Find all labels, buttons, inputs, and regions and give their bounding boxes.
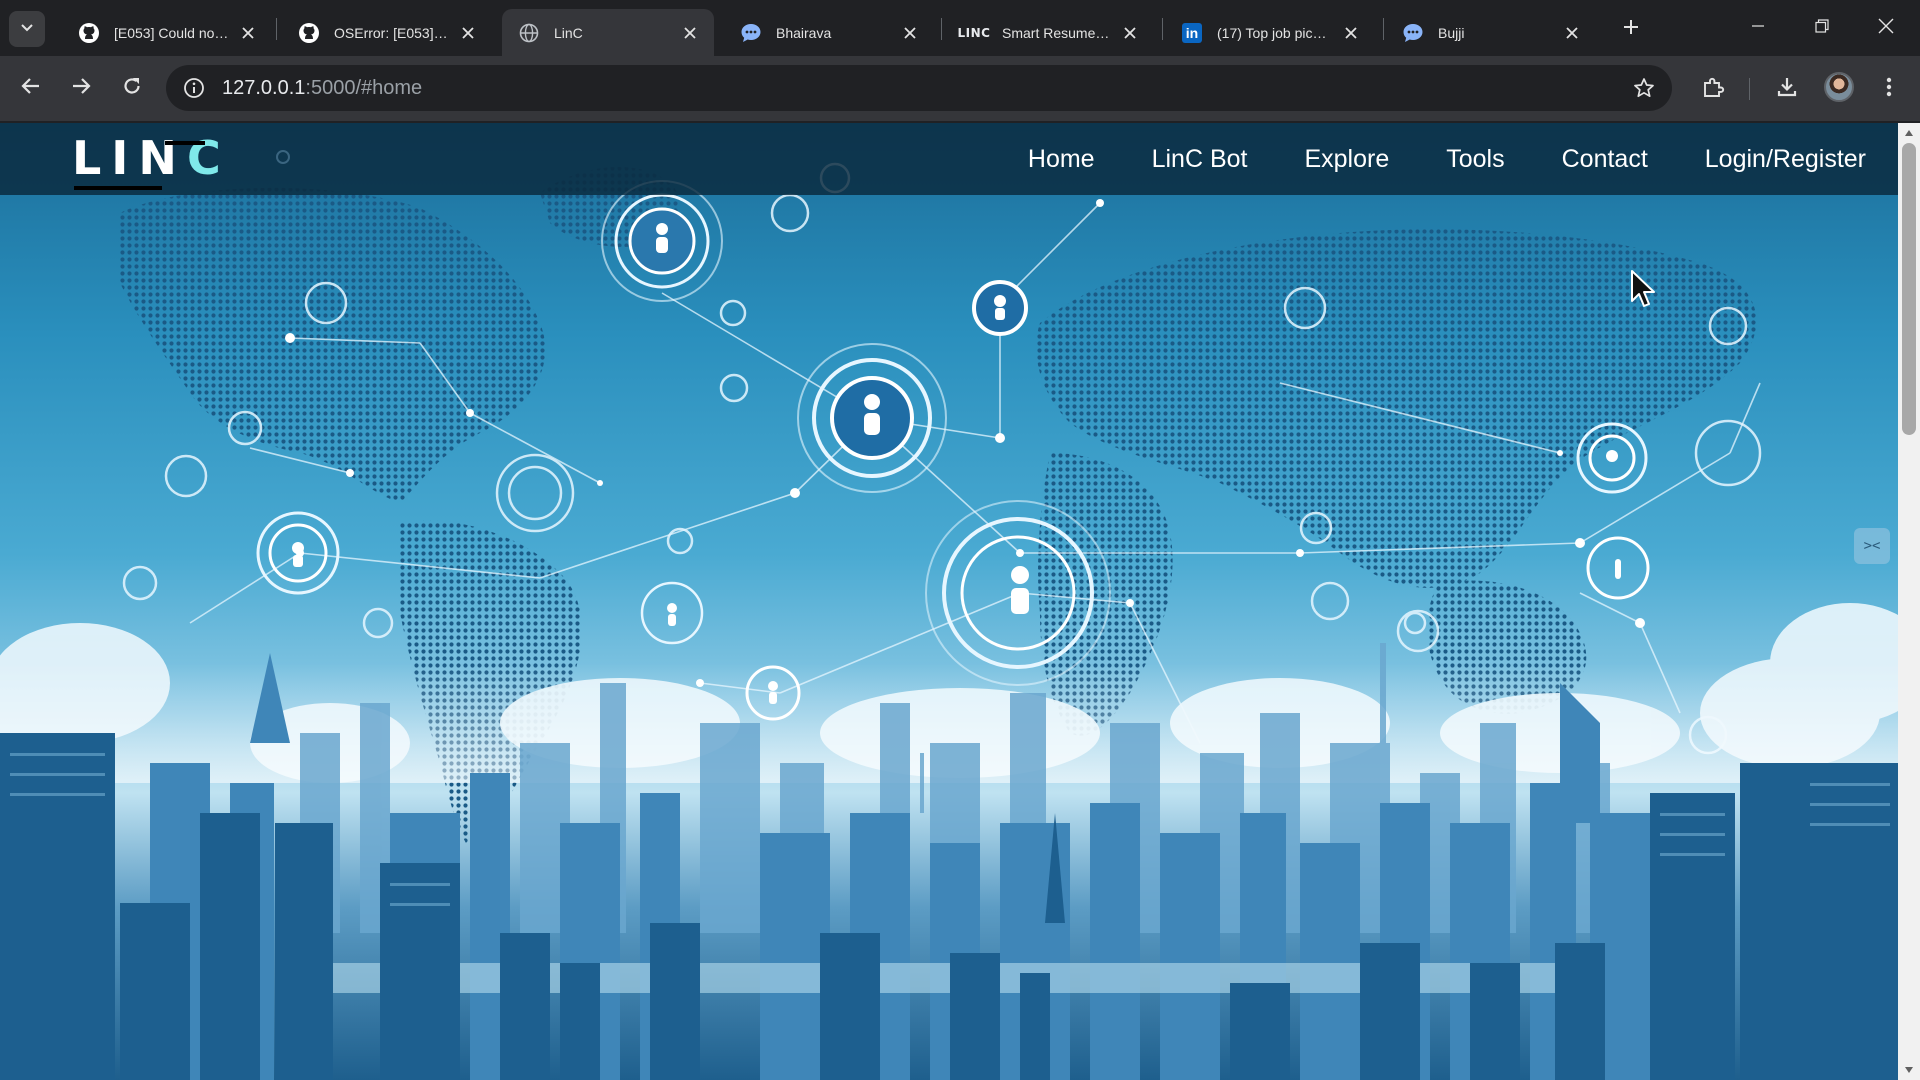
close-icon[interactable] <box>1341 23 1361 43</box>
close-icon[interactable] <box>238 23 258 43</box>
tab-strip: [E053] Could not read OSError: [E053] Co… <box>0 0 1920 56</box>
close-icon[interactable] <box>458 23 478 43</box>
tab-bhairava[interactable]: Bhairava <box>724 9 934 56</box>
restore-button[interactable] <box>1798 8 1846 48</box>
person-node-icon <box>797 343 947 493</box>
close-icon <box>1878 18 1894 39</box>
linc-logo-icon: LINC <box>957 25 991 40</box>
github-icon <box>78 22 100 44</box>
tab-linkedin[interactable]: in (17) Top job picks for <box>1165 9 1375 56</box>
tab-separator <box>941 18 942 40</box>
tab-title: Bhairava <box>776 24 832 41</box>
tab-smart-resume[interactable]: LINC Smart Resume Analyz <box>944 9 1154 56</box>
tab-separator <box>1162 18 1163 40</box>
puzzle-icon <box>1701 75 1725 104</box>
extensions-button[interactable] <box>1696 72 1730 106</box>
info-icon[interactable] <box>182 76 206 100</box>
close-icon[interactable] <box>900 23 920 43</box>
logo-bar-bottom <box>74 186 162 190</box>
tab-separator <box>1383 18 1384 40</box>
tab-linc-active[interactable]: LinC <box>502 9 714 56</box>
world-network-skyline-illustration <box>0 162 1898 1080</box>
toolbar-divider <box>1749 78 1750 100</box>
scrollbar-thumb[interactable] <box>1902 143 1916 435</box>
tab-separator <box>276 18 277 40</box>
tab-title: [E053] Could not read <box>114 24 230 41</box>
main-nav: Home LinC Bot Explore Tools Contact Logi… <box>971 123 1866 195</box>
more-vertical-icon <box>1885 76 1893 103</box>
plus-icon <box>1622 18 1640 41</box>
logo-text: LINC <box>72 131 231 185</box>
nav-dot-indicator <box>276 150 290 164</box>
browser-toolbar: 127.0.0.1:5000/#home <box>0 56 1920 122</box>
close-icon[interactable] <box>1120 23 1140 43</box>
url-text[interactable]: 127.0.0.1:5000/#home <box>222 77 422 100</box>
url-host: 127.0.0.1 <box>222 77 306 99</box>
bookmark-star-icon[interactable] <box>1632 76 1656 100</box>
address-bar[interactable]: 127.0.0.1:5000/#home <box>166 65 1672 111</box>
arrow-left-icon <box>21 76 41 101</box>
globe-icon <box>518 22 540 44</box>
person-node-icon <box>1586 536 1650 600</box>
chevron-down-icon <box>19 19 35 40</box>
page-scrollbar[interactable] <box>1898 123 1920 1080</box>
scroll-down-arrow-icon[interactable] <box>1898 1062 1920 1078</box>
tab-github-2[interactable]: OSError: [E053] Could <box>282 9 492 56</box>
page-viewport: LINC Home LinC Bot Explore Tools Contact… <box>0 123 1920 1080</box>
download-icon <box>1775 75 1799 104</box>
minimize-icon <box>1751 19 1765 38</box>
close-icon[interactable] <box>680 23 700 43</box>
url-path: :5000/#home <box>305 77 423 99</box>
reload-button[interactable] <box>113 69 151 107</box>
forward-button[interactable] <box>62 69 100 107</box>
nav-link-home[interactable]: Home <box>1028 145 1095 174</box>
nav-link-tools[interactable]: Tools <box>1446 145 1504 174</box>
person-node-icon <box>256 511 340 595</box>
nav-link-contact[interactable]: Contact <box>1562 145 1648 174</box>
reload-icon <box>122 76 142 101</box>
tab-bujji[interactable]: Bujji <box>1386 9 1596 56</box>
tab-search-button[interactable] <box>9 11 45 47</box>
github-icon <box>298 22 320 44</box>
scroll-up-arrow-icon[interactable] <box>1898 125 1920 141</box>
linkedin-icon: in <box>1181 22 1203 44</box>
tab-title: (17) Top job picks for <box>1217 24 1333 41</box>
arrow-right-icon <box>71 76 91 101</box>
close-window-button[interactable] <box>1862 8 1910 48</box>
logo-bar-top <box>165 141 205 145</box>
mouse-cursor-icon <box>1631 270 1655 307</box>
nav-link-linc-bot[interactable]: LinC Bot <box>1152 145 1248 174</box>
downloads-button[interactable] <box>1770 72 1804 106</box>
chrome-menu-button[interactable] <box>1872 72 1906 106</box>
chat-bubble-icon <box>1402 22 1424 44</box>
back-button[interactable] <box>12 69 50 107</box>
tab-title: Smart Resume Analyz <box>1002 24 1112 41</box>
new-tab-button[interactable] <box>1615 13 1647 45</box>
person-node-icon <box>972 280 1028 336</box>
tab-github-1[interactable]: [E053] Could not read <box>62 9 272 56</box>
nav-link-login-register[interactable]: Login/Register <box>1705 145 1866 174</box>
profile-avatar[interactable] <box>1824 72 1854 102</box>
site-navbar: LINC Home LinC Bot Explore Tools Contact… <box>0 123 1898 195</box>
close-icon[interactable] <box>1562 23 1582 43</box>
tab-title: LinC <box>554 24 583 41</box>
chat-bubble-icon <box>740 22 762 44</box>
linc-logo[interactable]: LINC <box>72 131 231 190</box>
hero-section: LINC Home LinC Bot Explore Tools Contact… <box>0 123 1898 1080</box>
restore-icon <box>1815 18 1829 38</box>
side-panel-toggle[interactable]: >< <box>1854 528 1890 564</box>
minimize-button[interactable] <box>1734 8 1782 48</box>
nav-link-explore[interactable]: Explore <box>1304 145 1389 174</box>
person-node-icon <box>640 581 704 645</box>
tab-title: OSError: [E053] Could <box>334 24 450 41</box>
tab-title: Bujji <box>1438 24 1465 41</box>
